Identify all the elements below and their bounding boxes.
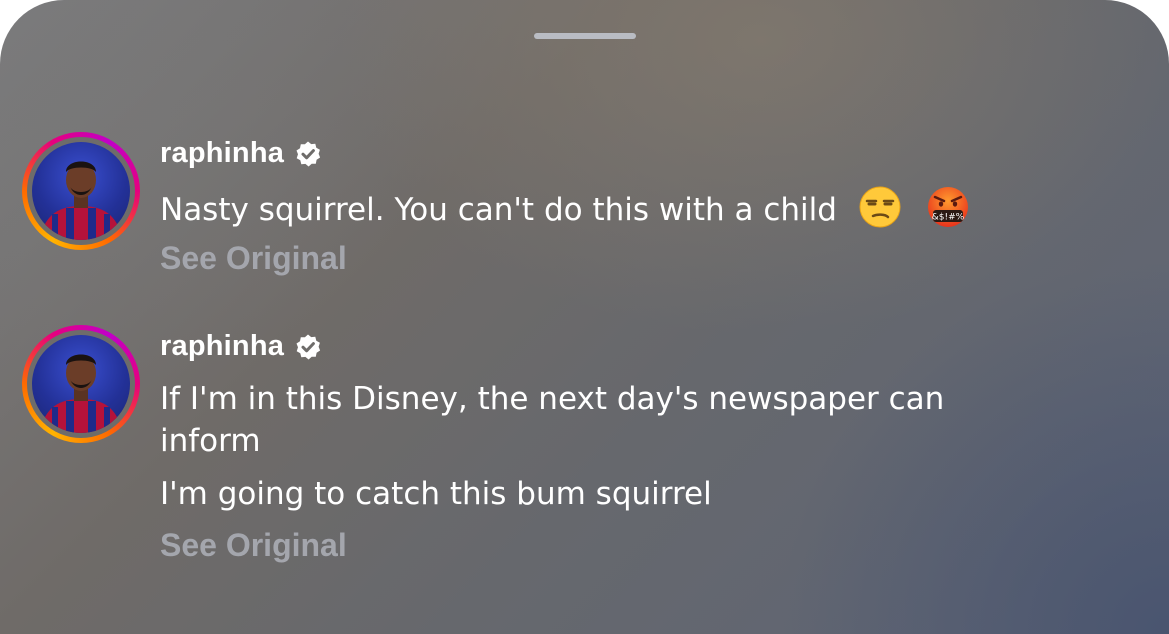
comment-text-line: I'm going to catch this bum squirrel (160, 476, 712, 512)
avatar-person-icon (40, 161, 122, 240)
unamused-face-icon (859, 186, 901, 228)
avatar (32, 142, 130, 240)
see-original-button[interactable]: See Original (160, 240, 347, 277)
comment-text: Nasty squirrel. You can't do this with a… (160, 186, 969, 231)
avatar-person-icon (40, 354, 122, 433)
verified-badge-icon (296, 141, 321, 166)
comment-text-line: Nasty squirrel. You can't do this with a… (160, 192, 837, 228)
avatar-story-ring[interactable] (22, 132, 140, 250)
username[interactable]: raphinha (160, 330, 284, 363)
avatar (32, 335, 130, 433)
username[interactable]: raphinha (160, 137, 284, 170)
avatar-story-ring[interactable] (22, 325, 140, 443)
verified-badge-icon (296, 334, 321, 359)
comment-text-line: If I'm in this Disney, the next day's ne… (160, 381, 945, 417)
comment-header: raphinha (160, 137, 322, 170)
comment-header: raphinha (160, 330, 322, 363)
comment-text-line: inform (160, 423, 261, 459)
emoji-symbols: &$!#% (931, 213, 964, 223)
face-with-symbols-on-mouth-icon: &$!#% (927, 187, 968, 227)
drag-handle-icon[interactable] (534, 33, 636, 39)
see-original-button[interactable]: See Original (160, 527, 347, 564)
comments-sheet: raphinha Nasty squirrel. You can't do th… (0, 0, 1169, 634)
